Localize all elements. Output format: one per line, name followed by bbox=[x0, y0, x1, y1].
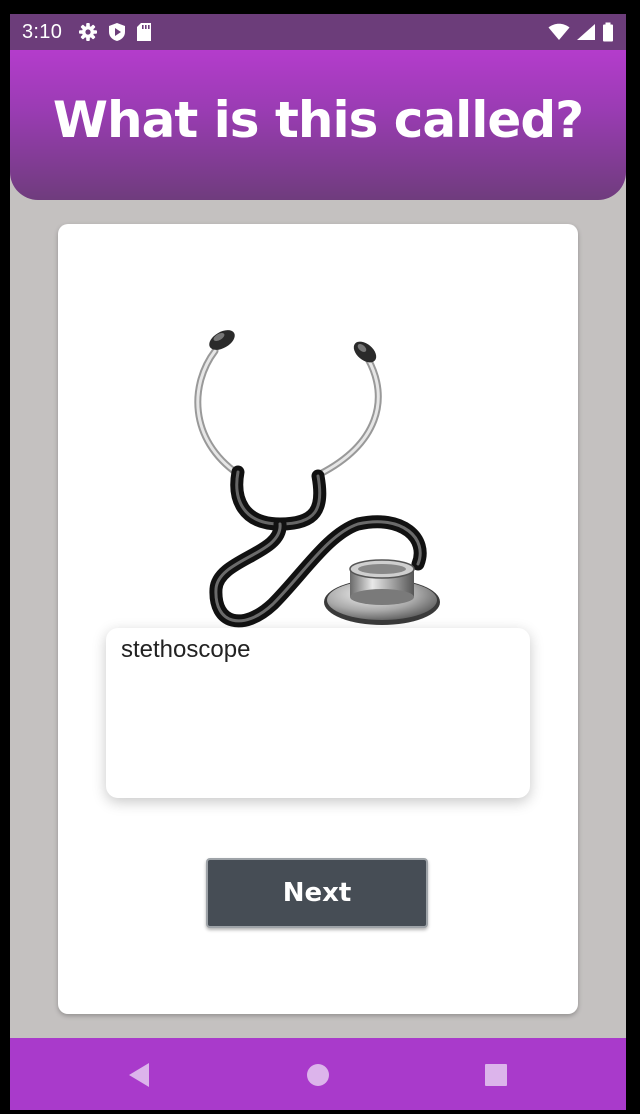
status-left-icons bbox=[78, 22, 152, 42]
battery-icon bbox=[602, 22, 614, 42]
header: What is this called? bbox=[10, 50, 626, 200]
sd-card-icon bbox=[136, 22, 152, 42]
wifi-icon bbox=[548, 23, 570, 41]
gear-icon bbox=[78, 22, 98, 42]
home-icon[interactable] bbox=[305, 1062, 331, 1088]
app-screen: 3:10 What is this called? stethoscope Ne… bbox=[10, 14, 626, 1110]
signal-icon bbox=[576, 23, 596, 41]
navigation-bar bbox=[10, 1038, 626, 1110]
next-button[interactable]: Next bbox=[206, 858, 428, 928]
stethoscope-icon bbox=[194, 330, 440, 628]
recents-icon[interactable] bbox=[483, 1062, 509, 1088]
page-title: What is this called? bbox=[52, 91, 584, 149]
back-icon[interactable] bbox=[126, 1062, 152, 1088]
answer-text: stethoscope bbox=[121, 636, 251, 663]
status-right-icons bbox=[548, 22, 614, 42]
status-time: 3:10 bbox=[22, 20, 63, 43]
shield-icon bbox=[108, 22, 126, 42]
status-bar: 3:10 bbox=[10, 14, 626, 50]
quiz-card: stethoscope Next bbox=[58, 224, 578, 1014]
stethoscope-illustration bbox=[58, 224, 578, 644]
answer-field[interactable]: stethoscope bbox=[106, 628, 530, 798]
